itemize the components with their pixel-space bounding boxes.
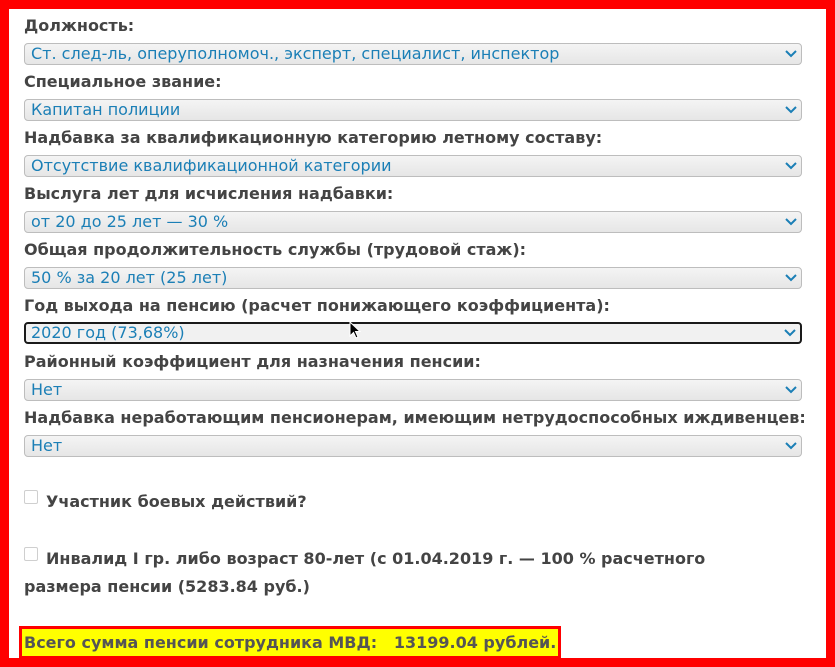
combat-veteran-checkbox[interactable] <box>24 490 38 504</box>
rank-select[interactable]: Капитан полиции <box>24 99 802 121</box>
dependents-bonus-select[interactable]: Нет <box>24 435 802 457</box>
regional-coefficient-select-value: Нет <box>31 380 63 399</box>
regional-coefficient-select[interactable]: Нет <box>24 379 802 401</box>
position-label: Должность: <box>24 16 135 35</box>
chevron-down-icon <box>785 274 797 282</box>
disabled-or-80-label: Инвалид I гр. либо возраст 80-лет (с 01.… <box>24 549 706 596</box>
qualification-label: Надбавка за квалификационную категорию л… <box>24 128 603 147</box>
qualification-select-value: Отсутствие квалификационной категории <box>31 156 392 175</box>
regional-coefficient-label: Районный коэффициент для назначения пенс… <box>24 352 481 371</box>
total-pension-result: Всего сумма пенсии сотрудника МВД: 13199… <box>19 626 562 658</box>
retirement-year-label: Год выхода на пенсию (расчет понижающего… <box>24 296 610 315</box>
combat-veteran-label: Участник боевых действий? <box>46 492 307 511</box>
chevron-down-icon <box>785 218 797 226</box>
retirement-year-select-value: 2020 год (73,68%) <box>31 323 185 342</box>
rank-select-value: Капитан полиции <box>31 100 181 119</box>
position-select[interactable]: Ст. след-ль, оперуполномоч., эксперт, сп… <box>24 43 802 65</box>
qualification-select[interactable]: Отсутствие квалификационной категории <box>24 155 802 177</box>
rank-label: Специальное звание: <box>24 72 222 91</box>
dependents-bonus-label: Надбавка неработающим пенсионерам, имеющ… <box>24 408 806 427</box>
total-service-select-value: 50 % за 20 лет (25 лет) <box>31 268 228 287</box>
retirement-year-select[interactable]: 2020 год (73,68%) <box>24 322 802 344</box>
seniority-bonus-select[interactable]: от 20 до 25 лет — 30 % <box>24 211 802 233</box>
page-frame: Должность: Ст. след-ль, оперуполномоч., … <box>0 0 835 667</box>
chevron-down-icon <box>785 442 797 450</box>
chevron-down-icon <box>785 162 797 170</box>
total-service-label: Общая продолжительность службы (трудовой… <box>24 240 527 259</box>
chevron-down-icon <box>785 50 797 58</box>
mouse-cursor-icon <box>349 321 362 339</box>
seniority-bonus-label: Выслуга лет для исчисления надбавки: <box>24 184 394 203</box>
dependents-bonus-select-value: Нет <box>31 436 63 455</box>
chevron-down-icon <box>784 329 796 337</box>
total-service-select[interactable]: 50 % за 20 лет (25 лет) <box>24 267 802 289</box>
chevron-down-icon <box>785 106 797 114</box>
seniority-bonus-select-value: от 20 до 25 лет — 30 % <box>31 212 229 231</box>
chevron-down-icon <box>785 386 797 394</box>
position-select-value: Ст. след-ль, оперуполномоч., эксперт, сп… <box>31 44 560 63</box>
